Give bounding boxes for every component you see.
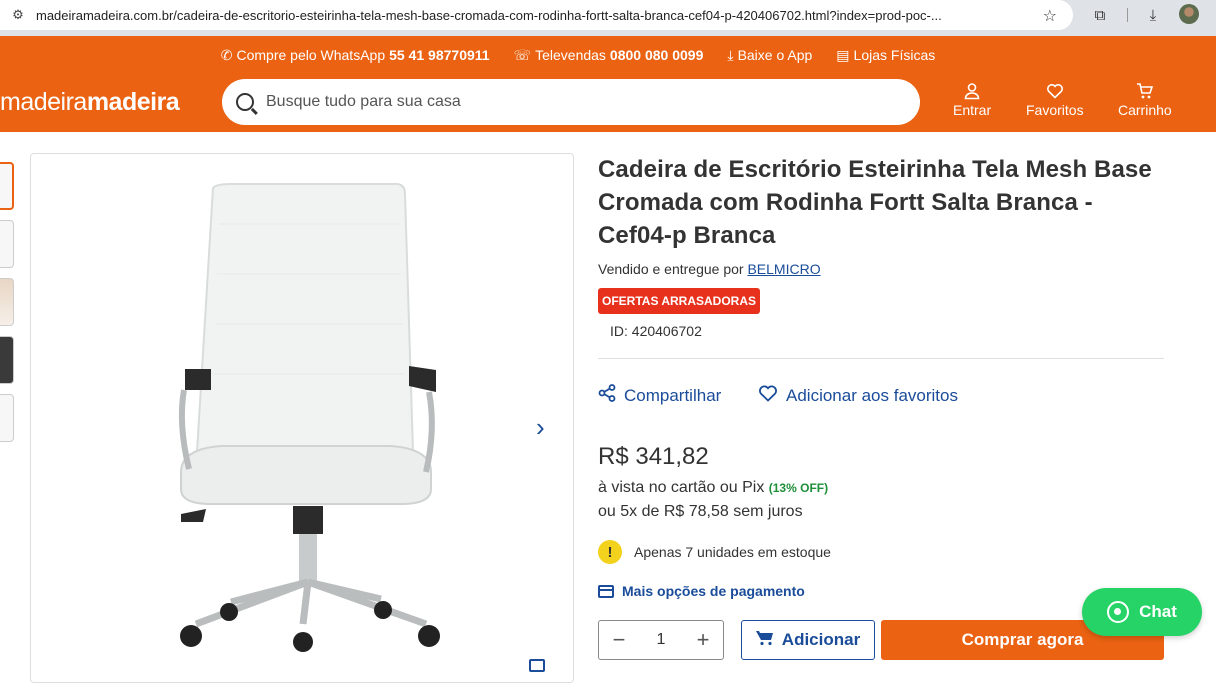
add-to-cart-label: Adicionar [781,630,861,649]
search-input[interactable] [266,93,866,111]
cash-payment-info: à vista no cartão ou Pix (13% OFF) [598,479,828,497]
logo-light-text: madeira [0,88,87,116]
share-button[interactable]: Compartilhar [598,384,721,407]
discount-badge: (13% OFF) [768,481,829,495]
browser-chrome: ⚙ madeiramadeira.com.br/cadeira-de-escri… [0,0,1216,36]
add-favorites-label: Adicionar aos favoritos [786,385,958,405]
heart-outline-icon [758,384,778,407]
top-info-bar: ✆ Compre pelo WhatsApp 55 41 98770911 ☏ … [0,36,1216,74]
credit-card-icon [598,584,614,598]
product-chair-image [178,183,440,652]
toolbar-divider [1127,8,1128,22]
televendas-label: Televendas [535,47,606,63]
thumbnail-4[interactable] [0,336,14,384]
stock-text: Apenas 7 unidades em estoque [634,544,831,560]
seller-info: Vendido e entregue por BELMICRO [598,261,821,277]
download-app-icon: ⤓ [727,46,734,63]
app-label: Baixe o App [737,47,813,63]
thumbnail-5[interactable] [0,394,14,442]
cart-icon [1136,82,1154,102]
extensions-icon[interactable]: ⧉ [1088,4,1112,26]
televendas-link[interactable]: ☏ Televendas 0800 080 0099 [514,47,704,64]
quantity-stepper: − 1 + [598,620,724,660]
store-icon: ▤ [836,46,850,63]
user-icon [963,82,981,102]
whatsapp-number: 55 41 98770911 [389,47,490,63]
warning-icon: ! [598,540,622,564]
phone-icon: ☏ [513,46,532,63]
login-button[interactable]: Entrar [953,82,991,118]
next-image-arrow-icon[interactable]: › [536,412,545,443]
thumbnail-1[interactable] [0,162,14,210]
search-icon[interactable] [236,93,254,111]
favorites-label: Favoritos [1026,102,1084,118]
whatsapp-link[interactable]: ✆ Compre pelo WhatsApp 55 41 98770911 [221,47,490,64]
televendas-number: 0800 080 0099 [609,47,704,63]
add-favorites-button[interactable]: Adicionar aos favoritos [758,384,958,407]
stores-link[interactable]: ▤ Lojas Físicas [836,47,935,64]
image-gallery-icon[interactable] [529,659,545,672]
site-settings-icon[interactable]: ⚙ [0,7,36,23]
share-icon [598,384,616,407]
stock-info: ! Apenas 7 unidades em estoque [598,540,831,564]
logo-bold-text: madeira [86,88,180,116]
add-to-cart-button[interactable]: Adicionar [741,620,875,660]
share-label: Compartilhar [624,385,722,405]
increase-quantity-button[interactable]: + [693,627,713,653]
heart-icon [1046,82,1064,102]
product-image-gallery[interactable]: › [30,153,574,683]
whatsapp-chat-icon [1107,601,1130,623]
stores-label: Lojas Físicas [853,47,936,63]
whatsapp-label: Compre pelo WhatsApp [236,47,386,63]
section-divider [598,358,1164,359]
cart-button[interactable]: Carrinho [1118,82,1172,118]
download-icon[interactable]: ⤓ [1141,4,1165,26]
site-logo[interactable]: madeiramadeira [0,88,180,117]
app-download-link[interactable]: ⤓ Baixe o App [727,47,812,64]
cart-add-icon [755,630,774,651]
more-payment-options-link[interactable]: Mais opções de pagamento [598,583,805,599]
url-text[interactable]: madeiramadeira.com.br/cadeira-de-escrito… [36,8,1026,23]
seller-link[interactable]: BELMICRO [747,261,820,277]
login-label: Entrar [953,102,992,118]
whatsapp-icon: ✆ [220,46,233,63]
product-price: R$ 341,82 [598,443,709,470]
address-bar[interactable]: ⚙ madeiramadeira.com.br/cadeira-de-escri… [0,0,1073,30]
more-payment-label: Mais opções de pagamento [622,583,805,599]
site-header: ✆ Compre pelo WhatsApp 55 41 98770911 ☏ … [0,36,1216,132]
product-title: Cadeira de Escritório Esteirinha Tela Me… [598,156,1152,249]
product-id: ID: 420406702 [610,323,702,339]
chat-label: Chat [1139,602,1177,621]
search-bar[interactable] [222,79,920,125]
seller-prefix: Vendido e entregue por [598,261,744,277]
profile-avatar[interactable] [1179,4,1199,24]
thumbnail-2[interactable] [0,220,14,268]
decrease-quantity-button[interactable]: − [609,627,629,653]
installments-info: ou 5x de R$ 78,58 sem juros [598,503,803,520]
cash-text: à vista no cartão ou Pix [598,479,765,496]
favorites-button[interactable]: Favoritos [1026,82,1084,118]
cart-label: Carrinho [1118,102,1172,118]
bookmark-star-icon[interactable]: ☆ [1043,6,1057,26]
thumbnail-3[interactable] [0,278,14,326]
promo-badge: OFERTAS ARRASADORAS [598,288,761,314]
chat-button[interactable]: Chat [1082,588,1202,636]
quantity-value[interactable]: 1 [657,631,666,649]
